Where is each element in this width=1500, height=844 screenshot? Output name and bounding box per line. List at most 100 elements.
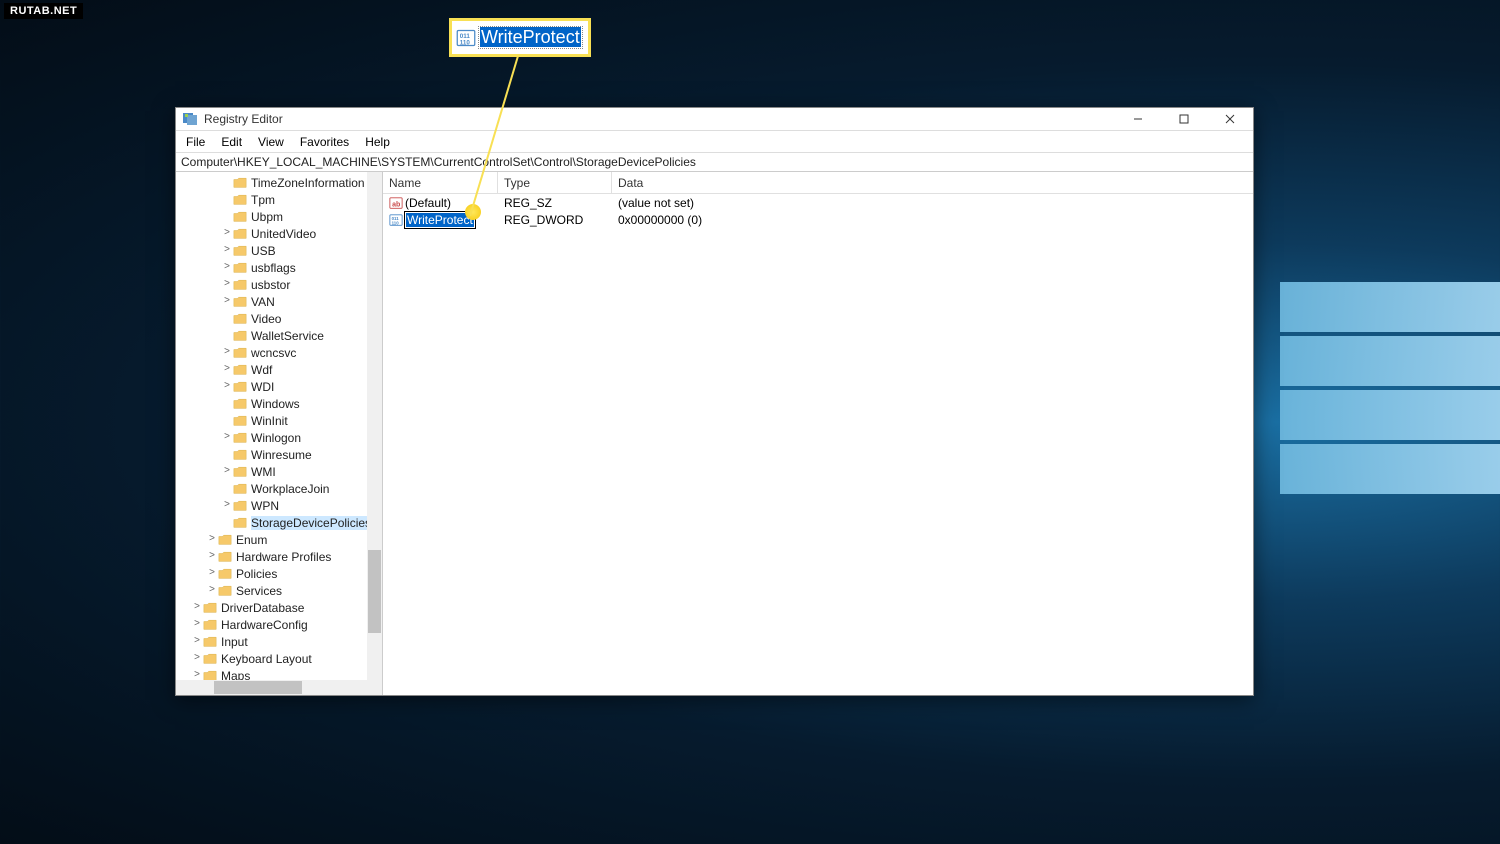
watermark: RUTAB.NET	[4, 3, 83, 19]
tree-item[interactable]: Winresume	[176, 446, 382, 463]
col-data[interactable]: Data	[612, 172, 1253, 193]
tree-item[interactable]: > Services	[176, 582, 382, 599]
tree-item[interactable]: >Keyboard Layout	[176, 650, 382, 667]
tree-item[interactable]: > usbstor	[176, 276, 382, 293]
expand-icon[interactable]: >	[191, 602, 203, 613]
tree-label: VAN	[251, 295, 275, 309]
tree-item[interactable]: > UnitedVideo	[176, 225, 382, 242]
tree-label: usbstor	[251, 278, 290, 292]
svg-text:110: 110	[460, 39, 471, 46]
expand-icon[interactable]: >	[191, 636, 203, 647]
expand-icon[interactable]: >	[221, 245, 233, 256]
expand-icon[interactable]: >	[206, 568, 218, 579]
tree-label: WinInit	[251, 414, 288, 428]
address-bar[interactable]: Computer\HKEY_LOCAL_MACHINE\SYSTEM\Curre…	[176, 153, 1253, 172]
value-data: 0x00000000 (0)	[612, 213, 1253, 227]
window-title: Registry Editor	[204, 112, 1115, 126]
registry-editor-window: Registry Editor FileEditViewFavoritesHel…	[175, 107, 1254, 696]
tree-vscrollbar[interactable]	[367, 172, 382, 695]
expand-icon[interactable]: >	[221, 228, 233, 239]
tree-item[interactable]: > WDI	[176, 378, 382, 395]
tree-item[interactable]: StorageDevicePolicies	[176, 514, 382, 531]
tree-item[interactable]: TimeZoneInformation	[176, 174, 382, 191]
values-panel: Name Type Data ab(Default)REG_SZ(value n…	[383, 172, 1253, 695]
menu-file[interactable]: File	[178, 132, 213, 152]
tree-label: Ubpm	[251, 210, 283, 224]
tree-item[interactable]: WalletService	[176, 327, 382, 344]
tree-item[interactable]: > Policies	[176, 565, 382, 582]
expand-icon[interactable]: >	[221, 466, 233, 477]
close-button[interactable]	[1207, 108, 1253, 131]
menu-view[interactable]: View	[250, 132, 292, 152]
expand-icon[interactable]: >	[206, 534, 218, 545]
tree-item[interactable]: > WPN	[176, 497, 382, 514]
tree-label: TimeZoneInformation	[251, 176, 365, 190]
tree-item[interactable]: Windows	[176, 395, 382, 412]
tree-item[interactable]: >usbflags	[176, 259, 382, 276]
expand-icon[interactable]: >	[221, 432, 233, 443]
tree-label: Winresume	[251, 448, 312, 462]
tree-item[interactable]: Tpm	[176, 191, 382, 208]
value-data: (value not set)	[612, 196, 1253, 210]
expand-icon[interactable]: >	[206, 585, 218, 596]
regedit-icon	[182, 111, 198, 127]
menu-help[interactable]: Help	[357, 132, 398, 152]
tree-label: WMI	[251, 465, 276, 479]
tree-label: Tpm	[251, 193, 275, 207]
expand-icon[interactable]: >	[221, 381, 233, 392]
tree-item[interactable]: > Wdf	[176, 361, 382, 378]
minimize-button[interactable]	[1115, 108, 1161, 131]
menu-edit[interactable]: Edit	[213, 132, 250, 152]
expand-icon[interactable]: >	[221, 262, 233, 273]
tree-label: Hardware Profiles	[236, 550, 331, 564]
maximize-button[interactable]	[1161, 108, 1207, 131]
tree-label: Wdf	[251, 363, 272, 377]
tree-item[interactable]: WorkplaceJoin	[176, 480, 382, 497]
tree-item[interactable]: > VAN	[176, 293, 382, 310]
callout-tooltip: 011 110 WriteProtect	[449, 18, 591, 57]
tree-label: Services	[236, 584, 282, 598]
tree-label: USB	[251, 244, 276, 258]
tree-item[interactable]: >wcncsvc	[176, 344, 382, 361]
tree-item[interactable]: Video	[176, 310, 382, 327]
tree-label: Policies	[236, 567, 277, 581]
tree-item[interactable]: > USB	[176, 242, 382, 259]
expand-icon[interactable]: >	[191, 619, 203, 630]
callout-text: WriteProtect	[480, 27, 581, 47]
tree-item[interactable]: Ubpm	[176, 208, 382, 225]
tree-item[interactable]: > WMI	[176, 463, 382, 480]
expand-icon[interactable]: >	[206, 551, 218, 562]
tree-label: HardwareConfig	[221, 618, 308, 632]
tree-label: WDI	[251, 380, 274, 394]
tree-panel[interactable]: TimeZoneInformation Tpm Ubpm > UnitedVideo > U…	[176, 172, 383, 695]
tree-label: WPN	[251, 499, 279, 513]
expand-icon[interactable]: >	[221, 364, 233, 375]
expand-icon[interactable]: >	[221, 296, 233, 307]
menubar: FileEditViewFavoritesHelp	[176, 131, 1253, 153]
tree-item[interactable]: > Input	[176, 633, 382, 650]
tree-label: Winlogon	[251, 431, 301, 445]
tree-item[interactable]: > Hardware Profiles	[176, 548, 382, 565]
tree-item[interactable]: > Winlogon	[176, 429, 382, 446]
tree-label: WalletService	[251, 329, 324, 343]
tree-label: StorageDevicePolicies	[251, 516, 371, 530]
callout-pointer-line	[470, 56, 520, 216]
tree-item[interactable]: > HardwareConfig	[176, 616, 382, 633]
tree-item[interactable]: > Enum	[176, 531, 382, 548]
tree-label: UnitedVideo	[251, 227, 316, 241]
tree-label: DriverDatabase	[221, 601, 304, 615]
tree-item[interactable]: WinInit	[176, 412, 382, 429]
menu-favorites[interactable]: Favorites	[292, 132, 357, 152]
titlebar[interactable]: Registry Editor	[176, 108, 1253, 131]
tree-hscrollbar[interactable]	[176, 680, 367, 695]
tree-label: Windows	[251, 397, 300, 411]
expand-icon[interactable]: >	[191, 653, 203, 664]
expand-icon[interactable]: >	[221, 279, 233, 290]
tree-label: Enum	[236, 533, 267, 547]
tree-label: Input	[221, 635, 248, 649]
tree-label: Video	[251, 312, 281, 326]
expand-icon[interactable]: >	[221, 500, 233, 511]
expand-icon[interactable]: >	[221, 347, 233, 358]
svg-text:ab: ab	[392, 201, 400, 208]
tree-item[interactable]: > DriverDatabase	[176, 599, 382, 616]
